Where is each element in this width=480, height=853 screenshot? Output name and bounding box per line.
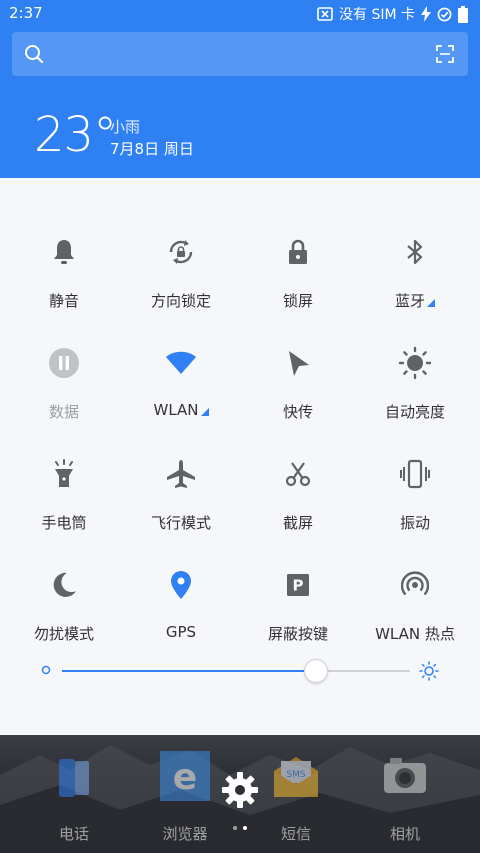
toggle-label: GPS: [165, 623, 197, 641]
page-dot: [233, 826, 237, 830]
scissors-icon: [285, 462, 311, 487]
svg-text:SMS: SMS: [286, 770, 305, 780]
hotspot-icon: [401, 571, 429, 596]
settings-gear-icon[interactable]: [221, 771, 259, 809]
wifi-icon: [166, 351, 196, 374]
status-time: 2:37: [9, 4, 43, 22]
toggle-label: 自动亮度: [384, 403, 445, 421]
dock-app-phone[interactable]: 电话: [14, 735, 134, 853]
toggle-vibrate[interactable]: 振动: [355, 422, 475, 533]
toggle-label: 屏蔽按键: [267, 625, 328, 643]
toggle-auto-brightness[interactable]: 自动亮度: [355, 311, 475, 422]
toggle-label: 方向锁定: [150, 292, 211, 310]
toggle-block-keys[interactable]: P 屏蔽按键: [238, 533, 358, 644]
dock-app-label: 浏览器: [162, 825, 208, 843]
toggle-label: 数据: [48, 403, 79, 421]
toggle-label: 飞行模式: [150, 514, 211, 532]
toggle-label: WLAN 热点: [375, 625, 455, 643]
toggle-bluetooth[interactable]: 蓝牙: [355, 200, 475, 311]
location-pin-icon: [171, 571, 191, 599]
camera-app-icon: [384, 758, 426, 793]
toggle-quick-send[interactable]: 快传: [238, 311, 358, 422]
svg-text:P: P: [293, 577, 304, 595]
toggle-label: 静音: [48, 292, 79, 310]
weather-widget[interactable]: 23°: [34, 107, 117, 163]
page-dot-active: [243, 826, 247, 830]
pause-data-icon: [49, 348, 79, 378]
dock-app-label: 电话: [58, 825, 89, 843]
status-icons: 没有 SIM 卡: [317, 4, 468, 24]
notification-header: 2:37 没有 SIM 卡 23° 小雨 7月8日 周日: [0, 0, 480, 178]
toggle-do-not-disturb[interactable]: 勿扰模式: [4, 533, 124, 644]
rotation-lock-icon: [169, 240, 193, 264]
page-indicator: [233, 826, 247, 830]
status-bar: 2:37 没有 SIM 卡: [0, 0, 480, 28]
bell-icon: [54, 240, 74, 264]
airplane-icon: [167, 460, 195, 488]
toggle-rotation-lock[interactable]: 方向锁定: [121, 200, 241, 311]
vibrate-icon: [400, 459, 430, 489]
toggle-label: 截屏: [282, 514, 313, 532]
charging-bolt-icon: [421, 6, 431, 22]
expand-indicator: [200, 408, 209, 416]
flashlight-icon: [55, 459, 73, 487]
moon-icon: [53, 572, 76, 597]
dock-app-label: 相机: [389, 825, 420, 843]
weather-date: 7月8日 周日: [110, 140, 194, 158]
lock-icon: [289, 239, 307, 264]
toggle-flashlight[interactable]: 手电筒: [4, 422, 124, 533]
brightness-auto-icon: [398, 346, 432, 380]
brightness-high-icon: [419, 661, 439, 681]
parking-key-icon: P: [287, 574, 309, 596]
toggle-label: WLAN: [121, 401, 241, 419]
brightness-low-icon: [41, 665, 51, 675]
sms-app-icon: SMS: [274, 757, 318, 797]
battery-icon: [458, 5, 468, 23]
search-bar[interactable]: [12, 32, 468, 76]
brightness-slider-knob[interactable]: [304, 659, 329, 683]
toggle-label: 蓝牙: [355, 290, 475, 311]
weather-info: 小雨 7月8日 周日: [110, 116, 194, 160]
scan-icon[interactable]: [436, 45, 454, 63]
carrier-text: 没有 SIM 卡: [339, 7, 415, 23]
quick-settings-panel: 静音 方向锁定 锁屏 蓝牙 数据 WLAN 快传 自动亮度 手电筒 飞行模式 截…: [0, 178, 480, 735]
phone-app-icon: [59, 759, 89, 797]
toggle-mute[interactable]: 静音: [4, 200, 124, 311]
toggle-airplane[interactable]: 飞行模式: [121, 422, 241, 533]
temperature: 23°: [34, 107, 117, 163]
expand-indicator: [427, 299, 435, 307]
toggle-screenshot[interactable]: 截屏: [238, 422, 358, 533]
toggle-label: 手电筒: [41, 514, 87, 532]
toggle-wlan[interactable]: WLAN: [121, 311, 241, 422]
toggle-gps[interactable]: GPS: [121, 533, 241, 644]
toggle-label: 快传: [282, 403, 313, 421]
brightness-slider[interactable]: [62, 670, 410, 672]
toggle-label: 锁屏: [282, 292, 313, 310]
toggle-wlan-hotspot[interactable]: WLAN 热点: [355, 533, 475, 644]
toggle-label: 勿扰模式: [33, 625, 94, 643]
bluetooth-icon: [407, 239, 423, 265]
toggle-data[interactable]: 数据: [4, 311, 124, 422]
dock-app-camera[interactable]: 相机: [345, 735, 465, 853]
send-arrow-icon: [289, 351, 309, 376]
search-icon: [25, 45, 44, 64]
browser-app-icon: e: [160, 751, 210, 801]
dock-app-label: 短信: [280, 825, 311, 843]
brightness-slider-fill: [62, 670, 317, 672]
svg-text:e: e: [173, 757, 197, 798]
no-sim-icon: [317, 7, 333, 21]
weather-condition: 小雨: [110, 118, 141, 136]
toggle-lock-screen[interactable]: 锁屏: [238, 200, 358, 311]
check-circle-icon: [437, 7, 452, 21]
toggle-label: 振动: [399, 514, 430, 532]
